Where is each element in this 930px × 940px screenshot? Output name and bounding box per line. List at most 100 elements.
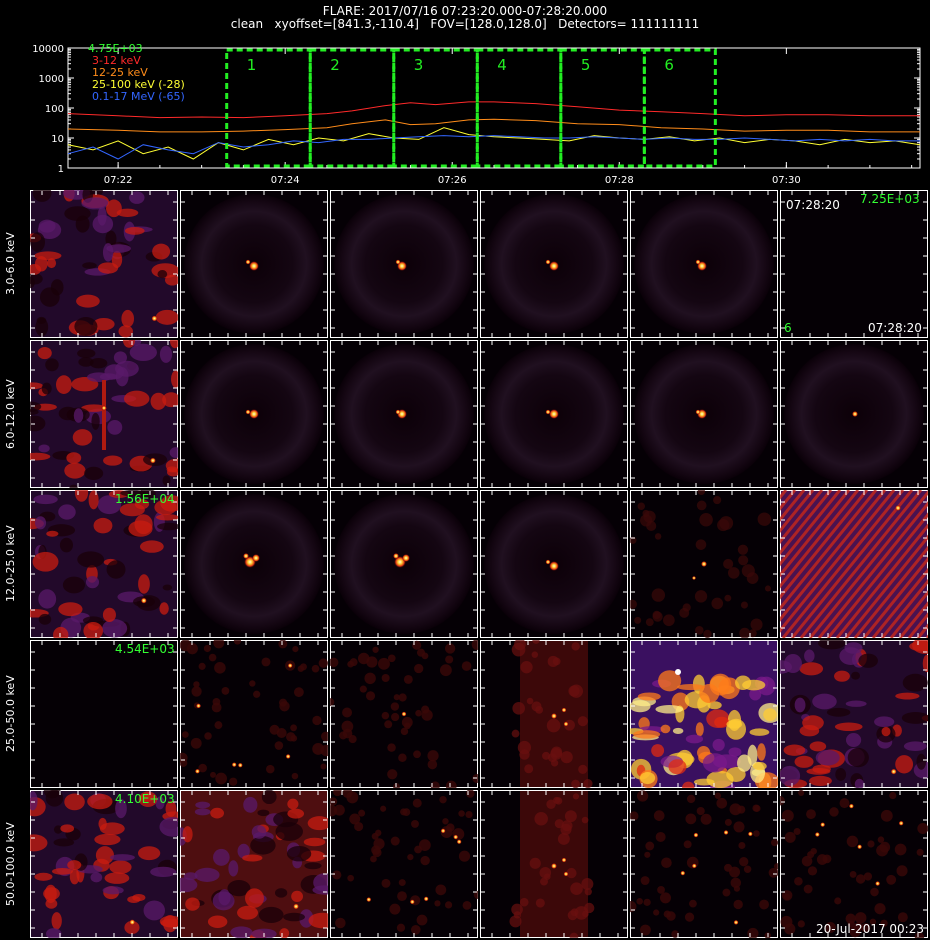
image-tile-r2-c5[interactable] bbox=[630, 340, 778, 488]
image-tile-r2-c1[interactable] bbox=[30, 340, 178, 488]
energy-band-label: 12.0-25.0 keV bbox=[4, 525, 17, 603]
fringe-blob bbox=[162, 475, 171, 486]
fringe-blob bbox=[879, 841, 891, 853]
fringe-blob bbox=[550, 759, 559, 767]
image-tile-r1-c6[interactable] bbox=[780, 190, 928, 338]
fringe-blob bbox=[203, 644, 212, 653]
image-tile-r3-c2[interactable] bbox=[180, 490, 328, 638]
source-spot bbox=[692, 576, 696, 580]
fringe-blob bbox=[257, 809, 270, 817]
fringe-blob bbox=[752, 761, 767, 771]
image-tile-r5-c6[interactable] bbox=[780, 790, 928, 938]
image-tile-r5-c1[interactable] bbox=[30, 790, 178, 938]
source-spot bbox=[545, 409, 551, 415]
fringe-blob bbox=[118, 325, 133, 338]
image-tile-r3-c4[interactable] bbox=[480, 490, 628, 638]
fringe-blob bbox=[397, 891, 407, 902]
image-tile-r1-c1[interactable] bbox=[30, 190, 178, 338]
fringe-blob bbox=[99, 373, 118, 381]
fringe-blob bbox=[851, 671, 861, 680]
fringe-blob bbox=[413, 750, 421, 759]
image-tile-r4-c2[interactable] bbox=[180, 640, 328, 788]
interval-box-4[interactable] bbox=[475, 48, 563, 168]
fringe-blob bbox=[384, 720, 393, 729]
source-spot bbox=[101, 405, 107, 411]
fringe-blob bbox=[124, 226, 145, 235]
fringe-blob bbox=[894, 843, 907, 856]
source-spot bbox=[693, 832, 699, 838]
fringe-blob bbox=[349, 658, 358, 667]
legend-entry-3: 0.1-17 MeV (-65) bbox=[92, 90, 185, 103]
fringe-blob bbox=[103, 455, 123, 466]
source-spot bbox=[852, 411, 858, 417]
fringe-blob bbox=[636, 898, 643, 905]
image-canvas bbox=[330, 790, 478, 938]
image-tile-r2-c2[interactable] bbox=[180, 340, 328, 488]
image-tile-r4-c6[interactable] bbox=[780, 640, 928, 788]
image-tile-r4-c4[interactable] bbox=[480, 640, 628, 788]
fringe-blob bbox=[804, 649, 815, 663]
fringe-blob bbox=[398, 879, 406, 887]
fringe-blob bbox=[58, 602, 83, 617]
source-spot bbox=[549, 561, 559, 571]
fringe-blob bbox=[535, 898, 545, 908]
fringe-blob bbox=[34, 872, 53, 881]
fringe-blob bbox=[115, 360, 139, 377]
fringe-blob bbox=[578, 764, 588, 775]
fringe-blob bbox=[102, 619, 128, 638]
image-tile-r3-c3[interactable] bbox=[330, 490, 478, 638]
image-tile-r2-c4[interactable] bbox=[480, 340, 628, 488]
image-tile-r3-c5[interactable] bbox=[630, 490, 778, 638]
interval-label: 3 bbox=[414, 56, 424, 74]
fringe-blob bbox=[261, 657, 271, 667]
source-spot bbox=[237, 762, 243, 768]
image-tile-r5-c4[interactable] bbox=[480, 790, 628, 938]
fringe-blob bbox=[77, 551, 105, 568]
image-tile-r3-c6[interactable] bbox=[780, 490, 928, 638]
fringe-blob bbox=[547, 655, 559, 667]
fringe-blob bbox=[581, 878, 594, 891]
fringe-blob bbox=[903, 741, 927, 752]
interval-box-2[interactable] bbox=[308, 48, 396, 168]
fringe-blob bbox=[35, 516, 47, 530]
image-tile-r5-c3[interactable] bbox=[330, 790, 478, 938]
image-tile-r2-c6[interactable] bbox=[780, 340, 928, 488]
fringe-blob bbox=[722, 888, 731, 897]
fringe-blob bbox=[834, 897, 842, 905]
interval-box-5[interactable] bbox=[559, 48, 646, 168]
source-spot bbox=[551, 863, 557, 869]
image-tile-r4-c1[interactable] bbox=[30, 640, 178, 788]
fringe-blob bbox=[694, 590, 708, 603]
image-tile-r1-c3[interactable] bbox=[330, 190, 478, 338]
series-line-1 bbox=[67, 118, 920, 133]
image-tile-r2-c3[interactable] bbox=[330, 340, 478, 488]
image-tile-r4-c5[interactable] bbox=[630, 640, 778, 788]
image-tile-r5-c5[interactable] bbox=[630, 790, 778, 938]
fringe-blob bbox=[207, 915, 228, 928]
fringe-blob bbox=[290, 724, 297, 732]
fringe-blob bbox=[381, 878, 391, 888]
fringe-blob bbox=[757, 512, 772, 526]
image-tile-r1-c2[interactable] bbox=[180, 190, 328, 338]
fringe-blob bbox=[230, 926, 253, 938]
fringe-blob bbox=[159, 602, 169, 615]
interval-box-6[interactable] bbox=[642, 48, 717, 168]
image-canvas bbox=[630, 640, 778, 788]
fringe-blob bbox=[726, 719, 743, 729]
image-tile-r5-c2[interactable] bbox=[180, 790, 328, 938]
source-spot bbox=[890, 768, 897, 775]
fringe-blob bbox=[685, 734, 704, 744]
image-canvas bbox=[180, 640, 328, 788]
image-tile-r1-c4[interactable] bbox=[480, 190, 628, 338]
source-spot bbox=[820, 822, 826, 828]
fringe-blob bbox=[258, 906, 284, 923]
fringe-blob bbox=[645, 841, 655, 851]
fringe-blob bbox=[364, 672, 376, 685]
image-tile-r1-c5[interactable] bbox=[630, 190, 778, 338]
fringe-blob bbox=[886, 874, 897, 885]
image-tile-r3-c1[interactable] bbox=[30, 490, 178, 638]
image-canvas bbox=[780, 640, 928, 788]
interval-box-3[interactable] bbox=[392, 48, 479, 168]
image-tile-r4-c3[interactable] bbox=[330, 640, 478, 788]
fringe-blob bbox=[846, 835, 859, 848]
